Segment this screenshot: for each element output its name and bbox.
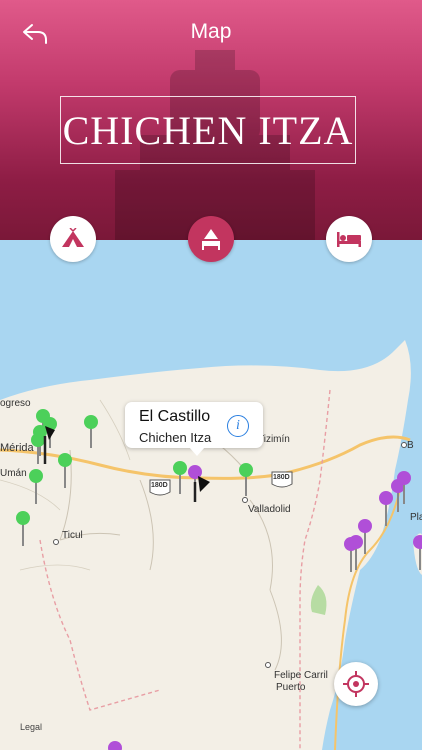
map-pin[interactable] [108,741,122,750]
info-icon[interactable]: i [227,415,249,437]
locate-crosshair-icon [343,671,369,697]
map-pin[interactable] [58,453,72,488]
camping-tent-icon [62,228,84,247]
bed-icon [337,232,361,247]
hero-title-text: CHICHEN ITZA [62,107,354,153]
callout-arrow [189,447,205,456]
hotel-icon [202,229,220,250]
map-pin[interactable] [31,433,45,464]
legal-link[interactable]: Legal [20,722,42,732]
map-pin[interactable] [16,511,30,546]
map-pin[interactable] [29,469,43,504]
callout-title: El Castillo [139,408,211,425]
map-pin[interactable] [173,461,187,494]
map-pin[interactable] [379,491,393,526]
map-pin[interactable] [84,415,98,448]
bed-button[interactable] [326,216,372,262]
camping-button[interactable] [50,216,96,262]
map-pin[interactable] [413,535,422,570]
locate-button[interactable] [334,662,378,706]
hotel-button[interactable] [188,216,234,262]
map-callout[interactable]: El Castillo Chichen Itza i [125,402,263,456]
nav-title: Map [190,20,232,43]
callout-subtitle: Chichen Itza [139,430,212,445]
hero-title: CHICHEN ITZA [60,96,356,164]
selected-map-pin[interactable] [193,476,210,502]
map-pin[interactable] [239,463,253,496]
hero-header: Map CHICHEN ITZA [0,0,422,240]
